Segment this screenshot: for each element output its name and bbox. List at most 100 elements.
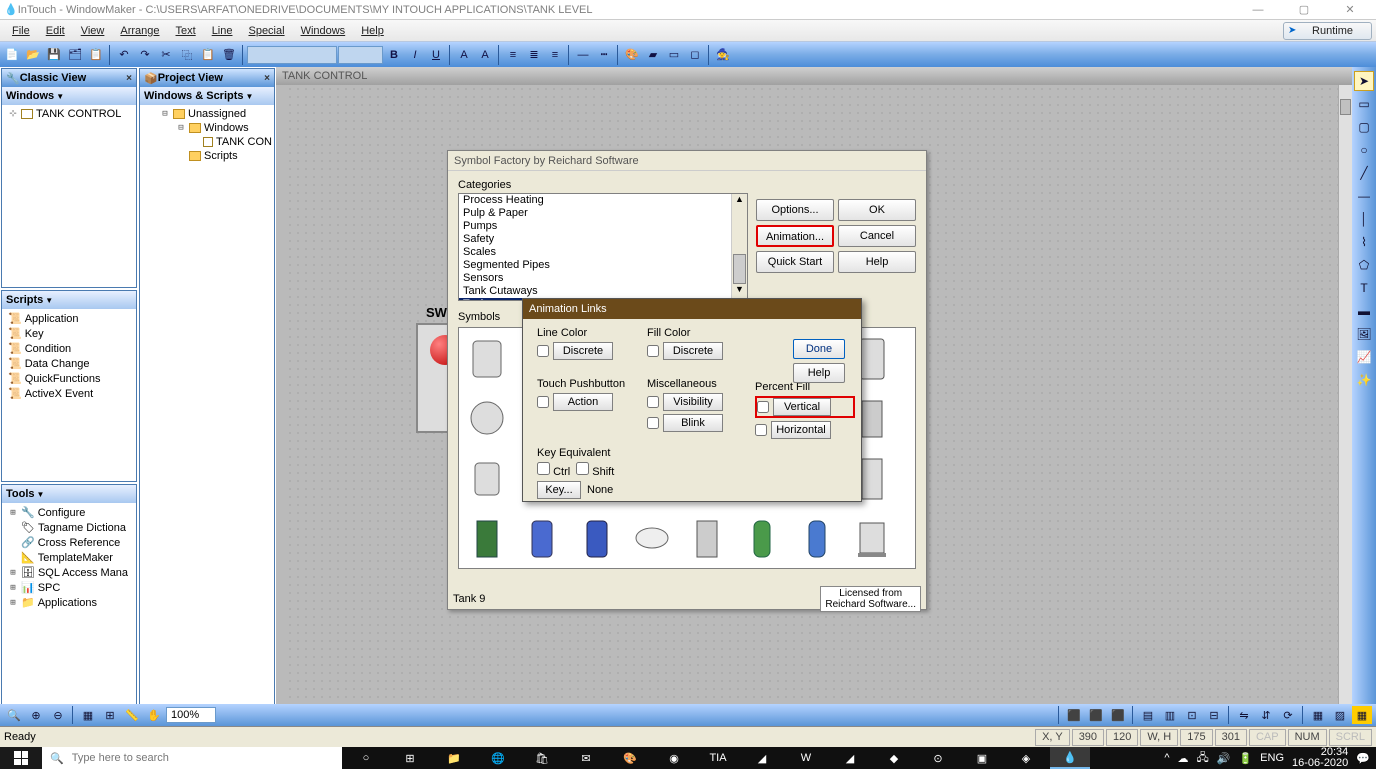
tank-symbol[interactable] [789,508,844,568]
menu-windows[interactable]: Windows [293,23,354,39]
font-combo[interactable] [247,46,337,64]
menu-help[interactable]: Help [353,23,392,39]
cat-item[interactable]: Segmented Pipes [459,259,747,272]
sf-titlebar[interactable]: Symbol Factory by Reichard Software [448,151,926,171]
saveall-icon[interactable]: 🗂 [65,45,85,65]
line-tool-icon[interactable]: ╱ [1354,163,1374,183]
polygon-tool-icon[interactable]: ⬠ [1354,255,1374,275]
tool-spc[interactable]: ⊞📊SPC [4,580,134,595]
flip-h-icon[interactable]: ⇋ [1234,706,1254,724]
fill-discrete-checkbox[interactable] [647,345,659,357]
layout2-icon[interactable]: ▨ [1330,706,1350,724]
fontsize-dec-icon[interactable]: А [454,45,474,65]
tool-crossref[interactable]: 🔗Cross Reference [4,535,134,550]
system-tray[interactable]: ^ ☁ 🖧 🔊 🔋 ENG 20:34 16-06-2020 💬 [1158,747,1376,769]
cat-scrollbar[interactable]: ▲ ▼ [731,194,747,300]
cortana-icon[interactable]: ○ [346,747,386,769]
windows-subheader[interactable]: Windows▼ [2,87,136,105]
menu-view[interactable]: View [73,23,113,39]
tool-configure[interactable]: ⊞🔧Configure [4,505,134,520]
size-combo[interactable] [338,46,383,64]
clock[interactable]: 20:34 16-06-2020 [1292,747,1348,769]
chrome-icon[interactable]: ◉ [654,747,694,769]
window-item[interactable]: ⊹TANK CONTROL [4,107,134,121]
tank-symbol[interactable] [514,508,569,568]
scroll-up-icon[interactable]: ▲ [732,194,747,210]
ctrl-check[interactable]: Ctrl [537,462,570,478]
menu-edit[interactable]: Edit [38,23,73,39]
word-icon[interactable]: W [786,747,826,769]
visibility-button[interactable]: Visibility [663,393,723,411]
cat-item[interactable]: Tank Cutaways [459,285,747,298]
taskview-icon[interactable]: ⊞ [390,747,430,769]
tank-symbol[interactable] [459,388,514,448]
tool-apps[interactable]: ⊞📁Applications [4,595,134,610]
touch-action-checkbox[interactable] [537,396,549,408]
tree-unassigned[interactable]: ⊟Unassigned [142,107,272,121]
pan-icon[interactable]: ✋ [144,706,164,724]
scripts-header[interactable]: Scripts▼ [2,291,136,309]
categories-list[interactable]: Process Heating Pulp & Paper Pumps Safet… [458,193,748,301]
vertical-checkbox[interactable] [757,401,769,413]
ok-button[interactable]: OK [838,199,916,221]
tank-symbol[interactable] [569,508,624,568]
project-view-header[interactable]: 📦Project View× [140,69,274,87]
cancel-button[interactable]: Cancel [838,225,916,247]
align-left-icon[interactable]: ≡ [503,45,523,65]
color-icon[interactable]: 🎨 [622,45,642,65]
close-icon[interactable]: × [264,73,270,84]
trend-tool-icon[interactable]: 📈 [1354,347,1374,367]
ungroup-icon[interactable]: ⊟ [1204,706,1224,724]
maximize-button[interactable]: ▢ [1282,1,1326,19]
snap-icon[interactable]: ⊞ [100,706,120,724]
bold-icon[interactable]: B [384,45,404,65]
edge-icon[interactable]: 🌐 [478,747,518,769]
tank-symbol[interactable] [734,508,789,568]
onedrive-icon[interactable]: ☁ [1178,752,1189,765]
cat-item[interactable]: Pumps [459,220,747,233]
visibility-checkbox[interactable] [647,396,659,408]
cut-icon[interactable]: ✂ [156,45,176,65]
menu-text[interactable]: Text [168,23,204,39]
teamviewer-icon[interactable]: ⊙ [918,747,958,769]
menu-file[interactable]: File [4,23,38,39]
al-help-button[interactable]: Help [793,363,845,383]
cat-item[interactable]: Safety [459,233,747,246]
app-icon[interactable]: ◢ [742,747,782,769]
app3-icon[interactable]: ◆ [874,747,914,769]
network-icon[interactable]: 🖧 [1197,749,1209,768]
layout-icon[interactable]: ▦ [1308,706,1328,724]
tray-up-icon[interactable]: ^ [1164,752,1169,764]
taskbar-search[interactable]: 🔍 Type here to search [42,747,342,769]
text-tool-icon[interactable]: T [1354,278,1374,298]
tool-tagname[interactable]: 🏷Tagname Dictiona [4,520,134,535]
front-icon[interactable]: ▤ [1138,706,1158,724]
copy-icon[interactable]: 📋 [86,45,106,65]
script-condition[interactable]: 📜Condition [4,341,134,356]
battery-icon[interactable]: 🔋 [1238,752,1252,765]
help-button[interactable]: Help [838,251,916,273]
intouch-icon[interactable]: 💧 [1050,747,1090,769]
pointer-tool-icon[interactable]: ➤ [1354,71,1374,91]
vline-tool-icon[interactable]: │ [1354,209,1374,229]
close-button[interactable]: ✕ [1328,1,1372,19]
cat-item[interactable]: Process Heating [459,194,747,207]
app4-icon[interactable]: ▣ [962,747,1002,769]
minimize-button[interactable]: — [1236,1,1280,19]
script-quickfunctions[interactable]: 📜QuickFunctions [4,371,134,386]
tools-header[interactable]: Tools▼ [2,485,136,503]
quickstart-button[interactable]: Quick Start [756,251,834,273]
paint-icon[interactable]: 🎨 [610,747,650,769]
fontsize-inc-icon[interactable]: A [475,45,495,65]
align-right-icon[interactable]: ≡ [545,45,565,65]
blink-button[interactable]: Blink [663,414,723,432]
script-key[interactable]: 📜Key [4,326,134,341]
copy2-icon[interactable]: ⿻ [177,45,197,65]
tree-windows[interactable]: ⊟Windows [142,121,272,135]
transparent-icon[interactable]: ◻ [685,45,705,65]
horizontal-button[interactable]: Horizontal [771,421,831,439]
fill-discrete-button[interactable]: Discrete [663,342,723,360]
back-icon[interactable]: ▥ [1160,706,1180,724]
volume-icon[interactable]: 🔊 [1217,752,1231,765]
align-center-icon[interactable]: ≣ [524,45,544,65]
